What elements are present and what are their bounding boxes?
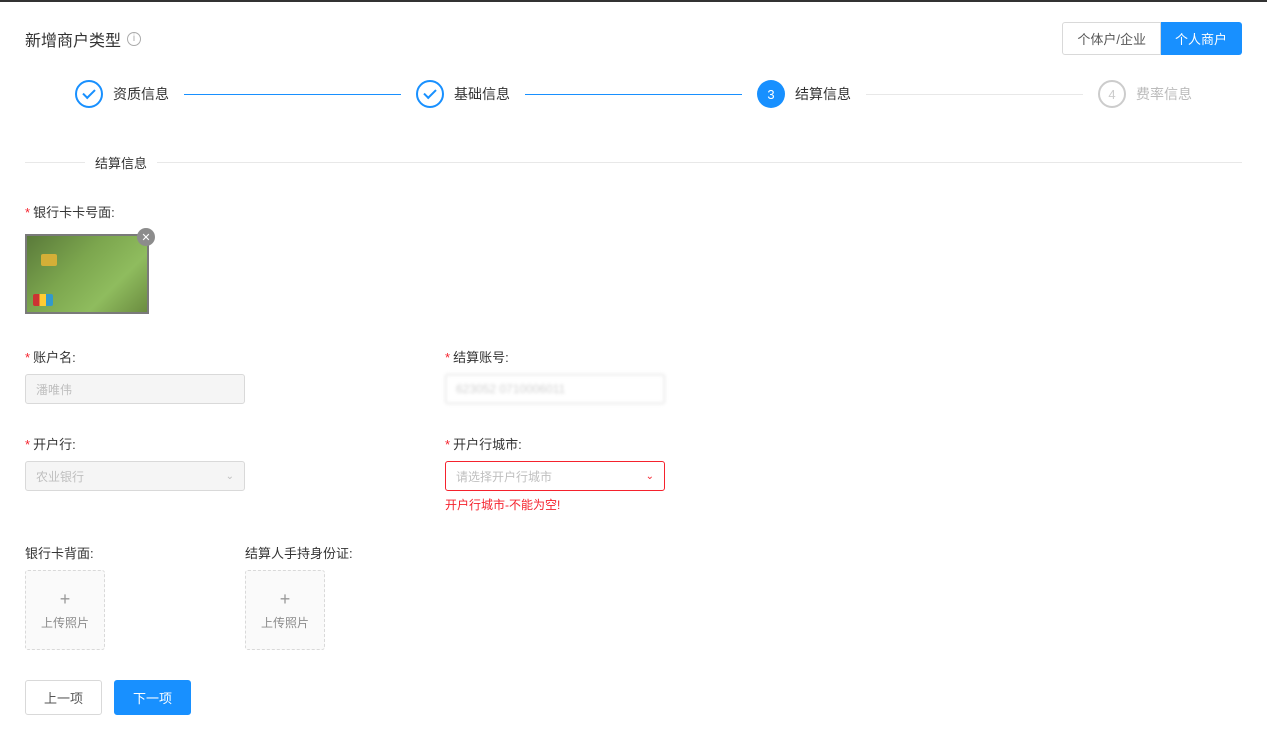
step-2: 基础信息 [416, 80, 510, 108]
bank-card-image-wrapper: ✕ [25, 234, 149, 314]
bank-card-image[interactable] [25, 234, 149, 314]
divider [157, 162, 1242, 163]
bank-card-back-col: 银行卡背面: + 上传照片 [25, 543, 105, 650]
step-number-icon: 4 [1098, 80, 1126, 108]
header-row: 新增商户类型 i 个体户/企业 个人商户 [25, 22, 1242, 55]
step-1-label: 资质信息 [113, 84, 169, 104]
step-3: 3 结算信息 [757, 80, 851, 108]
required-mark: * [445, 437, 450, 452]
bank-card-back-label: 银行卡背面: [25, 543, 105, 562]
chevron-down-icon: ⌄ [226, 471, 234, 482]
field-label-text: 结算账号: [453, 350, 509, 365]
open-bank-city-col: *开户行城市: 请选择开户行城市 ⌄ 开户行城市-不能为空! [445, 434, 675, 513]
handheld-id-upload[interactable]: + 上传照片 [245, 570, 325, 650]
select-placeholder: 请选择开户行城市 [456, 468, 552, 485]
form-area: *银行卡卡号面: ✕ *账户名: * [25, 202, 1242, 715]
card-logo-icon [33, 294, 53, 306]
form-row: *开户行: 农业银行 ⌄ *开户行城市: 请选择开户行城市 ⌄ 开户行城市-不能… [25, 434, 1242, 513]
tab-enterprise[interactable]: 个体户/企业 [1062, 22, 1161, 55]
handheld-id-col: 结算人手持身份证: + 上传照片 [245, 543, 353, 650]
next-button[interactable]: 下一项 [114, 680, 191, 715]
check-icon [75, 80, 103, 108]
remove-image-button[interactable]: ✕ [137, 228, 155, 246]
field-label-text: 开户行城市: [453, 437, 522, 452]
info-icon[interactable]: i [127, 32, 141, 46]
step-2-label: 基础信息 [454, 84, 510, 104]
step-number-icon: 3 [757, 80, 785, 108]
page-title: 新增商户类型 i [25, 27, 141, 51]
section-title: 结算信息 [85, 153, 157, 172]
select-value: 农业银行 [36, 468, 84, 485]
open-bank-select: 农业银行 ⌄ [25, 461, 245, 491]
card-chip-icon [41, 254, 57, 266]
steps-row: 资质信息 基础信息 3 结算信息 4 费率信息 [25, 80, 1242, 108]
field-label-text: 账户名: [33, 350, 76, 365]
check-icon [416, 80, 444, 108]
form-row: *账户名: *结算账号: [25, 347, 1242, 404]
settlement-account-col: *结算账号: [445, 347, 675, 404]
upload-text: 上传照片 [261, 614, 309, 631]
plus-icon: + [60, 589, 71, 610]
bank-card-back-upload[interactable]: + 上传照片 [25, 570, 105, 650]
page-title-text: 新增商户类型 [25, 27, 121, 51]
bank-card-front-section: *银行卡卡号面: ✕ [25, 202, 1242, 317]
section-header: 结算信息 [25, 153, 1242, 172]
open-bank-col: *开户行: 农业银行 ⌄ [25, 434, 255, 513]
account-name-label: *账户名: [25, 347, 255, 366]
close-icon: ✕ [141, 231, 150, 244]
step-line [866, 94, 1083, 95]
divider [25, 162, 85, 163]
open-bank-city-select[interactable]: 请选择开户行城市 ⌄ [445, 461, 665, 491]
field-label-text: 银行卡卡号面: [33, 205, 115, 220]
step-line [184, 94, 401, 95]
settlement-account-label: *结算账号: [445, 347, 675, 366]
error-message: 开户行城市-不能为空! [445, 496, 675, 513]
settlement-account-input[interactable] [445, 374, 665, 404]
open-bank-label: *开户行: [25, 434, 255, 453]
required-mark: * [445, 350, 450, 365]
footer-buttons: 上一项 下一项 [25, 680, 1242, 715]
plus-icon: + [280, 589, 291, 610]
account-name-input [25, 374, 245, 404]
upload-text: 上传照片 [41, 614, 89, 631]
step-4: 4 费率信息 [1098, 80, 1192, 108]
bank-card-front-label: *银行卡卡号面: [25, 202, 1242, 221]
required-mark: * [25, 437, 30, 452]
required-mark: * [25, 205, 30, 220]
step-4-label: 费率信息 [1136, 84, 1192, 104]
open-bank-city-label: *开户行城市: [445, 434, 675, 453]
merchant-type-tabs: 个体户/企业 个人商户 [1062, 22, 1242, 55]
field-label-text: 开户行: [33, 437, 76, 452]
handheld-id-label: 结算人手持身份证: [245, 543, 353, 562]
chevron-down-icon: ⌄ [646, 471, 654, 482]
tab-personal[interactable]: 个人商户 [1161, 22, 1242, 55]
step-line [525, 94, 742, 95]
prev-button[interactable]: 上一项 [25, 680, 102, 715]
upload-row: 银行卡背面: + 上传照片 结算人手持身份证: + 上传照片 [25, 543, 1242, 650]
required-mark: * [25, 350, 30, 365]
step-3-label: 结算信息 [795, 84, 851, 104]
account-name-col: *账户名: [25, 347, 255, 404]
step-1: 资质信息 [75, 80, 169, 108]
